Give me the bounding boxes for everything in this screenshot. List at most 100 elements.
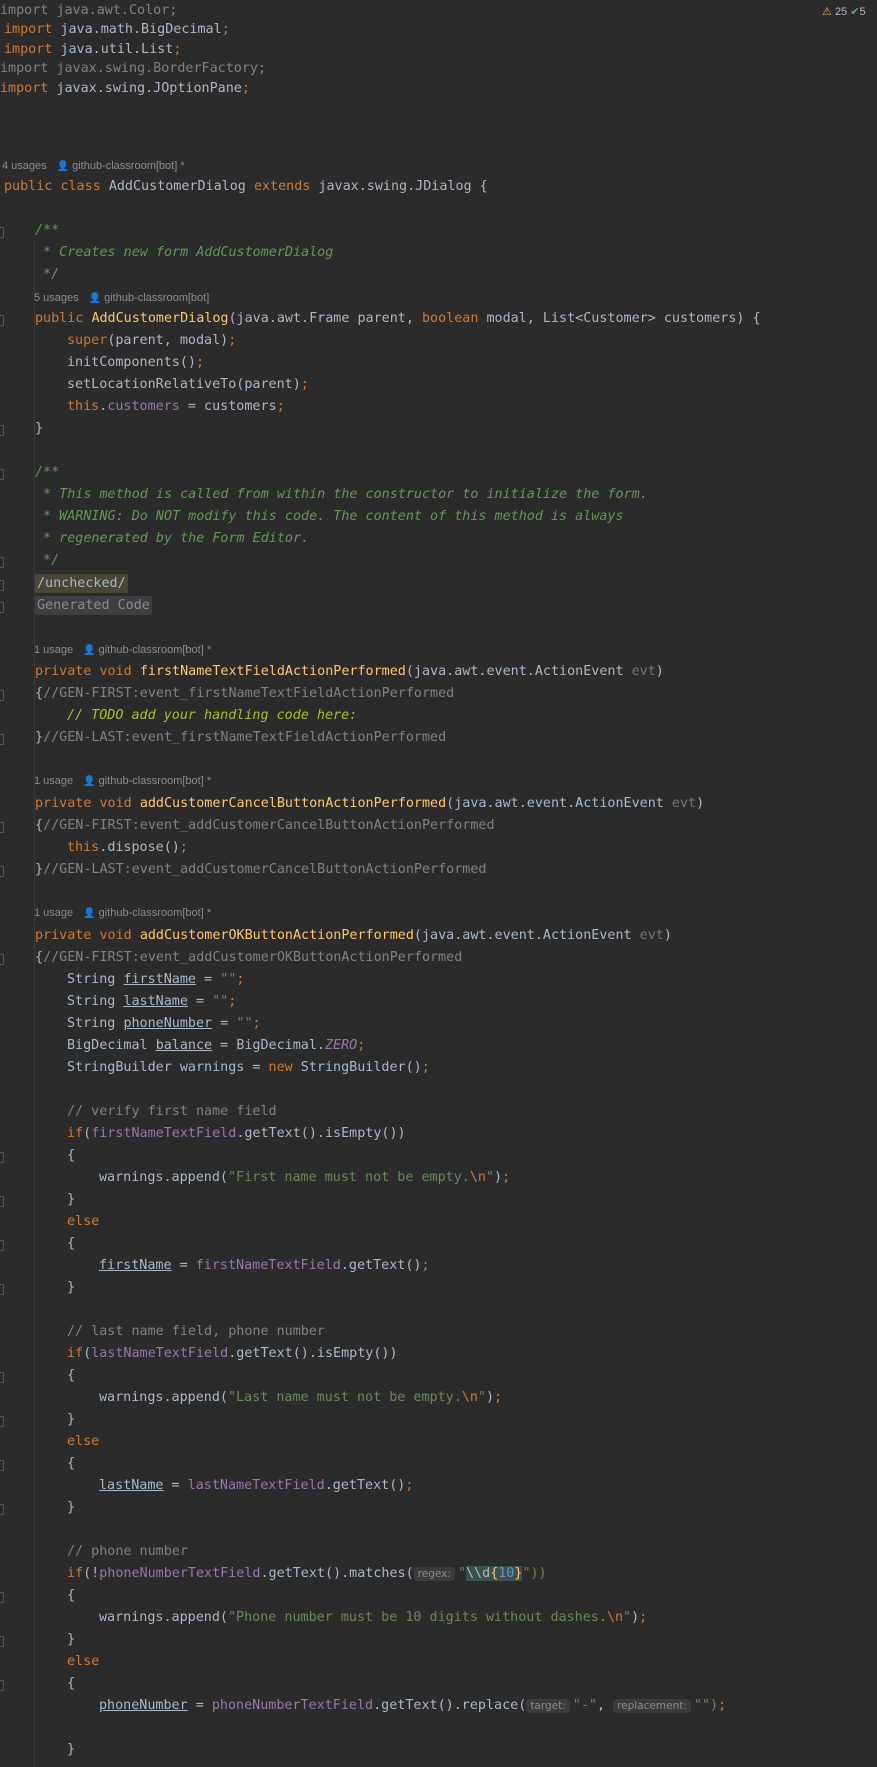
fold-marker[interactable] <box>0 1240 4 1251</box>
code-line[interactable]: import javax.swing.JOptionPane; <box>0 78 250 100</box>
fold-marker[interactable] <box>0 1680 4 1691</box>
code-line[interactable]: String firstName = ""; <box>67 969 244 991</box>
code-line[interactable]: } <box>67 1497 75 1519</box>
fold-marker[interactable] <box>0 954 4 965</box>
code-line[interactable]: /unchecked/ <box>35 573 128 595</box>
code-line[interactable]: StringBuilder warnings = new StringBuild… <box>67 1057 430 1079</box>
code-line[interactable]: } <box>67 1629 75 1651</box>
code-line[interactable]: String lastName = ""; <box>67 991 236 1013</box>
code-line[interactable]: BigDecimal balance = BigDecimal.ZERO; <box>67 1035 365 1057</box>
code-line[interactable]: public AddCustomerDialog(java.awt.Frame … <box>35 308 761 330</box>
fold-marker[interactable] <box>0 1284 4 1295</box>
fold-marker[interactable] <box>0 822 4 833</box>
code-line[interactable]: } <box>67 1409 75 1431</box>
fold-marker[interactable] <box>0 1372 4 1383</box>
method-name: firstNameTextFieldActionPerformed <box>139 664 406 679</box>
code-line[interactable]: } <box>67 1189 75 1211</box>
usage-inlay[interactable]: 1 usage 👤 github-classroom[bot] * <box>34 640 211 660</box>
comment: //GEN-LAST:event_addCustomerCancelButton… <box>43 862 487 877</box>
keyword: import <box>0 81 49 96</box>
fold-marker[interactable] <box>0 1504 4 1515</box>
fold-marker[interactable] <box>0 1636 4 1647</box>
fold-marker[interactable] <box>0 1196 4 1207</box>
code-line[interactable]: private void addCustomerOKButtonActionPe… <box>35 925 672 947</box>
keyword: public <box>35 311 84 326</box>
folded-region[interactable]: Generated Code <box>35 596 152 615</box>
code-line[interactable]: warnings.append("Last name must not be e… <box>99 1387 502 1409</box>
usage-inlay[interactable]: 5 usages 👤 github-classroom[bot] <box>34 288 209 308</box>
fold-marker[interactable] <box>0 690 4 701</box>
fold-marker[interactable] <box>0 602 4 613</box>
code-line[interactable]: }//GEN-LAST:event_addCustomerCancelButto… <box>35 859 486 881</box>
code-line[interactable]: this.customers = customers; <box>67 396 285 418</box>
code-line[interactable]: lastName = lastNameTextField.getText(); <box>99 1475 413 1497</box>
field: firstNameTextField <box>91 1126 237 1141</box>
code-line[interactable]: { <box>67 1585 75 1607</box>
code-line[interactable]: { <box>67 1233 75 1255</box>
fold-marker[interactable] <box>0 315 4 326</box>
call: warnings.append( <box>99 1390 228 1405</box>
fold-marker[interactable] <box>0 1592 4 1603</box>
fold-marker[interactable] <box>0 734 4 745</box>
brace: { <box>35 818 44 833</box>
fold-marker[interactable] <box>0 1460 4 1471</box>
code-line[interactable]: } <box>35 418 43 440</box>
code-line[interactable]: warnings.append("Phone number must be 10… <box>99 1607 647 1629</box>
code-line[interactable]: } <box>67 1739 75 1761</box>
method-name: addCustomerOKButtonActionPerformed <box>139 928 414 943</box>
code-line[interactable]: phoneNumber = phoneNumberTextField.getTe… <box>99 1695 726 1717</box>
code-line[interactable]: warnings.append("First name must not be … <box>99 1167 510 1189</box>
code-line[interactable]: { <box>67 1673 75 1695</box>
type: String <box>67 994 116 1009</box>
inspection-status[interactable]: ⚠ 25 ✔5 <box>822 4 877 20</box>
code-line[interactable]: }//GEN-LAST:event_firstNameTextFieldActi… <box>35 727 446 749</box>
code-line[interactable]: setLocationRelativeTo(parent); <box>67 374 309 396</box>
usage-count: 4 usages <box>2 160 47 172</box>
fold-marker[interactable] <box>0 1416 4 1427</box>
keyword: private <box>35 664 92 679</box>
escape: \n <box>469 1170 486 1185</box>
variable: lastName <box>123 994 188 1009</box>
code-line[interactable]: initComponents(); <box>67 352 204 374</box>
code-line[interactable]: { <box>67 1145 75 1167</box>
code-line[interactable]: } <box>67 1277 75 1299</box>
code-line[interactable]: if(firstNameTextField.getText().isEmpty(… <box>67 1123 406 1145</box>
code-line[interactable]: super(parent, modal); <box>67 330 236 352</box>
code-line[interactable]: import java.math.BigDecimal; <box>4 19 230 41</box>
variable: balance <box>155 1038 213 1053</box>
code-line[interactable]: { <box>67 1453 75 1475</box>
code-line[interactable]: { <box>67 1365 75 1387</box>
fold-marker[interactable] <box>0 580 4 591</box>
code-line[interactable]: firstName = firstNameTextField.getText()… <box>99 1255 430 1277</box>
code-line[interactable]: import javax.swing.BorderFactory; <box>0 58 266 80</box>
code-line[interactable]: {//GEN-FIRST:event_firstNameTextFieldAct… <box>35 683 454 705</box>
fold-marker[interactable] <box>0 866 4 877</box>
code-line[interactable]: if(lastNameTextField.getText().isEmpty()… <box>67 1343 398 1365</box>
variable: lastName <box>99 1478 164 1493</box>
fold-marker[interactable] <box>0 227 4 238</box>
fold-marker[interactable] <box>0 557 4 568</box>
fold-marker[interactable] <box>0 1152 4 1163</box>
code-line[interactable]: private void addCustomerCancelButtonActi… <box>35 793 704 815</box>
fold-marker[interactable] <box>0 425 4 436</box>
code-line[interactable]: {//GEN-FIRST:event_addCustomerOKButtonAc… <box>35 947 462 969</box>
code-line[interactable]: private void firstNameTextFieldActionPer… <box>35 661 664 683</box>
code-line[interactable]: Generated Code <box>35 595 152 617</box>
folded-annotation[interactable]: /unchecked/ <box>35 574 128 593</box>
operator: = <box>163 1478 188 1493</box>
code-line[interactable]: {//GEN-FIRST:event_addCustomerCancelButt… <box>35 815 495 837</box>
call: warnings.append( <box>99 1610 228 1625</box>
code-line[interactable]: public class AddCustomerDialog extends j… <box>4 176 488 198</box>
fold-marker[interactable] <box>0 469 4 480</box>
method-name: addCustomerCancelButtonActionPerformed <box>139 796 447 811</box>
usage-inlay[interactable]: 1 usage 👤 github-classroom[bot] * <box>34 903 211 923</box>
variable: phoneNumber <box>123 1016 213 1031</box>
warning-count: 25 <box>834 6 848 18</box>
code-editor[interactable]: ⚠ 25 ✔5 import java.awt.Color; import ja… <box>0 0 877 1767</box>
usage-inlay[interactable]: 4 usages 👤 github-classroom[bot] * <box>2 156 185 176</box>
code-line[interactable]: this.dispose(); <box>67 837 188 859</box>
string: "Phone number must be 10 digits without … <box>228 1610 607 1625</box>
usage-inlay[interactable]: 1 usage 👤 github-classroom[bot] * <box>34 771 211 791</box>
code-line[interactable]: String phoneNumber = ""; <box>67 1013 261 1035</box>
code-line[interactable]: if(!phoneNumberTextField.getText().match… <box>67 1563 547 1585</box>
